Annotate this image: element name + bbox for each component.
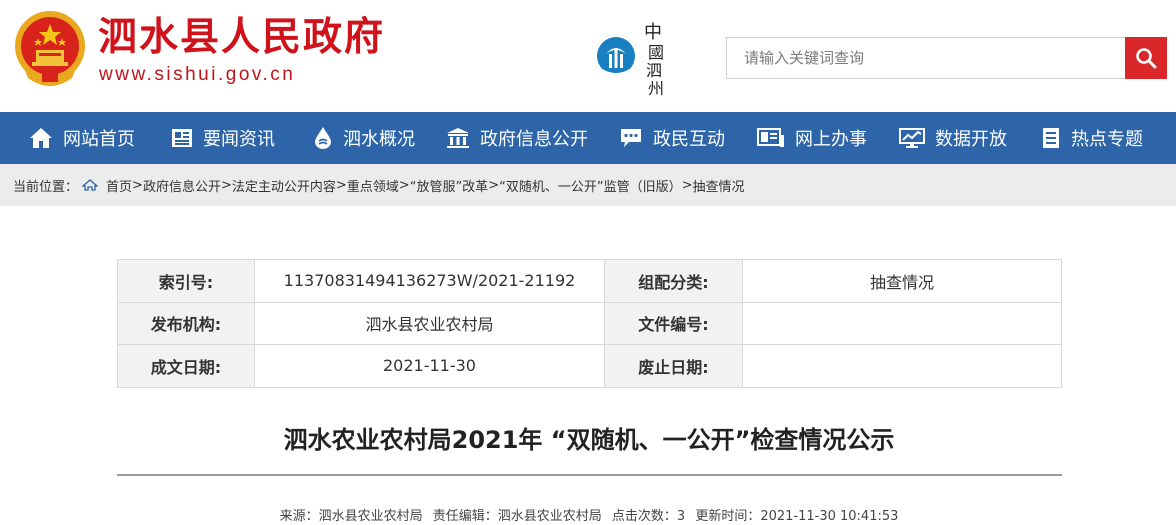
breadcrumb-item[interactable]: “放管服”改革 [410,176,488,195]
breadcrumb-separator: > [398,177,410,193]
nav-label: 政府信息公开 [480,129,588,150]
home-icon [82,179,99,191]
breadcrumb-item[interactable]: 法定主动公开内容 [232,176,336,195]
doc-number-label: 文件编号: [604,301,743,345]
site-header: 泗水县人民政府 www.sishui.gov.cn 中 國 泗 州 [0,0,1176,112]
breadcrumb-separator: > [335,177,347,193]
index-label: 索引号: [117,259,255,303]
site-title: 泗水县人民政府 [98,15,386,60]
article-meta: 来源：泗水县农业农村局 责任编辑：泗水县农业农村局 点击次数：3 更新时间：20… [117,505,1061,524]
publisher-value: 泗水县农业农村局 [254,301,605,345]
document-list-icon [1043,128,1059,148]
breadcrumb-item[interactable]: 抽查情况 [692,176,744,195]
breadcrumb-item[interactable]: “双随机、一公开”监管（旧版） [499,176,681,195]
logo-calligraphy-4: 州 [648,79,664,98]
breadcrumb-item[interactable]: 首页 [106,176,132,195]
nav-label: 热点专题 [1071,129,1143,150]
breadcrumb-item[interactable]: 重点领域 [347,176,399,195]
nav-item-home[interactable]: 网站首页 [29,112,135,164]
title-divider [117,474,1062,476]
nav-item-gov-info[interactable]: 政府信息公开 [446,112,588,164]
category-label: 组配分类: [604,259,743,303]
table-row: 发布机构: 泗水县农业农村局 文件编号: [117,301,1062,345]
article-clicks: 点击次数：3 [611,509,686,524]
national-emblem-icon [15,11,85,86]
publisher-label: 发布机构: [117,301,255,345]
date-label: 成文日期: [117,344,255,388]
category-value: 抽查情况 [742,259,1062,303]
site-url: www.sishui.gov.cn [99,64,296,85]
article-editor: 责任编辑：泗水县农业农村局 [432,509,602,524]
water-drop-icon [315,127,331,149]
main-nav: 网站首页 要闻资讯 泗水概况 政府信息公开 政民互动 网上办事 数据开放 热点专… [0,112,1176,164]
breadcrumb-item[interactable]: 政府信息公开 [143,176,221,195]
sishui-city-logo: 中 國 泗 州 [597,22,664,98]
nav-label: 要闻资讯 [203,129,275,150]
doc-number-value [742,301,1062,345]
home-icon [30,128,52,148]
nav-item-interaction[interactable]: 政民互动 [619,112,725,164]
monitor-icon [899,128,925,148]
nav-label: 政民互动 [653,129,725,150]
logo-calligraphy-1: 中 [644,22,662,43]
nav-item-news[interactable]: 要闻资讯 [171,112,275,164]
article-source: 来源：泗水县农业农村局 [279,509,423,524]
nav-item-open-data[interactable]: 数据开放 [899,112,1007,164]
search-button[interactable] [1125,37,1167,79]
chat-bubble-icon [621,129,641,147]
nav-item-overview[interactable]: 泗水概况 [313,112,415,164]
table-row: 成文日期: 2021-11-30 废止日期: [117,344,1062,388]
breadcrumb-prefix: 当前位置： [13,179,79,195]
online-service-icon [757,128,784,147]
breadcrumb-separator: > [488,177,500,193]
document-info-table: 索引号: 11370831494136273W/2021-21192 组配分类:… [117,259,1062,388]
government-building-icon [447,128,469,148]
nav-label: 数据开放 [935,129,1007,150]
expire-label: 废止日期: [604,344,743,388]
expire-value [742,344,1062,388]
news-icon [172,129,192,147]
table-row: 索引号: 11370831494136273W/2021-21192 组配分类:… [117,259,1062,303]
article-updated: 更新时间：2021-11-30 10:41:53 [695,509,899,524]
breadcrumb: 当前位置： 首页 > 政府信息公开 > 法定主动公开内容 > 重点领域 > “放… [0,164,1176,206]
article-title: 泗水农业农村局2021年 “双随机、一公开”检查情况公示 [283,426,895,454]
nav-item-hot-topics[interactable]: 热点专题 [1041,112,1143,164]
search-input[interactable] [726,37,1126,79]
index-value: 11370831494136273W/2021-21192 [254,259,605,303]
nav-item-online-service[interactable]: 网上办事 [757,112,867,164]
search-icon [1136,48,1157,69]
date-value: 2021-11-30 [254,344,605,388]
nav-label: 网上办事 [795,129,867,150]
breadcrumb-separator: > [220,177,232,193]
nav-label: 泗水概况 [343,129,415,150]
logo-calligraphy-2: 國 [648,43,664,62]
breadcrumb-separator: > [681,177,693,193]
breadcrumb-separator: > [132,177,143,193]
logo-calligraphy-3: 泗 [646,61,662,80]
nav-label: 网站首页 [63,129,135,150]
